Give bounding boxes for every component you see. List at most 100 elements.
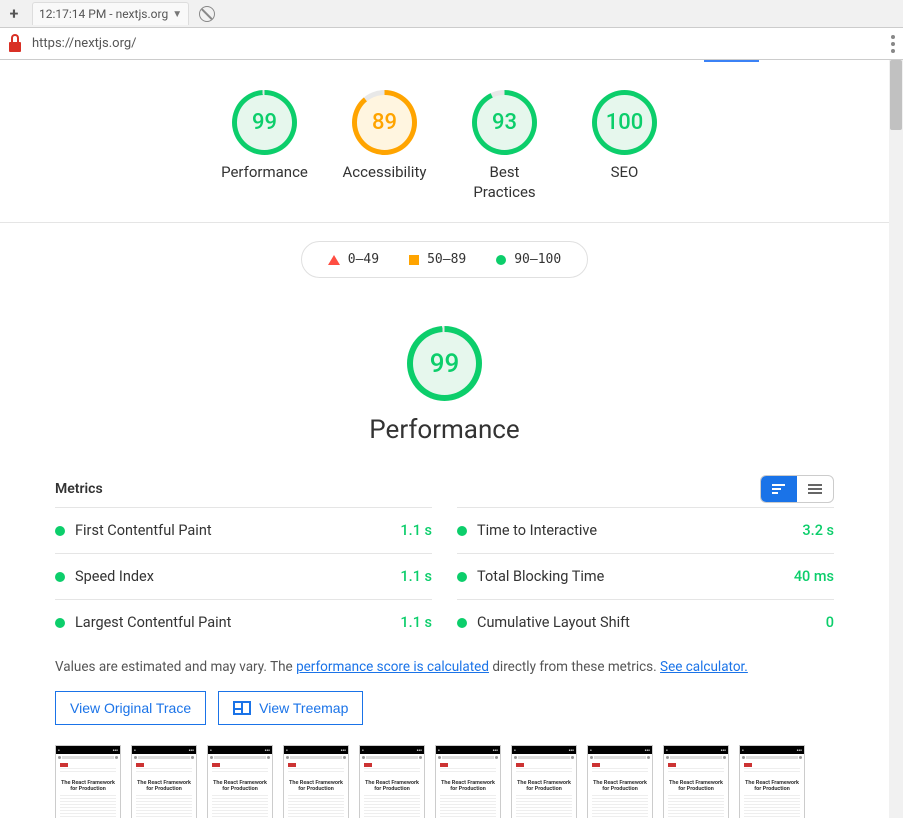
calculator-link[interactable]: See calculator.: [660, 659, 748, 675]
metric-value: 40 ms: [794, 568, 834, 585]
metric-row[interactable]: Time to Interactive 3.2 s: [457, 507, 834, 553]
metrics-heading: Metrics: [55, 481, 103, 497]
legend-item: 50–89: [409, 252, 466, 267]
status-dot-icon: [457, 526, 467, 536]
tab-label: 12:17:14 PM - nextjs.org: [39, 7, 168, 21]
performance-section: 99 Performance Metrics First Contentful …: [0, 296, 889, 818]
metric-row[interactable]: First Contentful Paint 1.1 s: [55, 507, 432, 553]
legend-label: 50–89: [427, 252, 466, 267]
metric-row[interactable]: Total Blocking Time 40 ms: [457, 553, 834, 599]
score-legend: 0–49 50–89 90–100: [301, 241, 588, 278]
scrollbar-thumb[interactable]: [890, 60, 902, 130]
tab-bar: + 12:17:14 PM - nextjs.org ▼: [0, 0, 903, 28]
scrollbar[interactable]: [889, 60, 903, 818]
filmstrip-thumbnail[interactable]: ●●●● The React Framework for Production: [739, 745, 805, 818]
performance-gauge: 99: [407, 326, 482, 401]
status-dot-icon: [457, 618, 467, 628]
viewport: 99 Performance 89 Accessibility 93 Best Pract…: [0, 60, 903, 818]
gauge-ring: 99: [232, 90, 297, 155]
view-treemap-button[interactable]: View Treemap: [218, 691, 363, 725]
gauge-score: 99: [413, 332, 476, 395]
legend-label: 0–49: [348, 252, 379, 267]
gauge-label: Performance: [221, 163, 308, 183]
filmstrip-thumbnail[interactable]: ●●●● The React Framework for Production: [131, 745, 197, 818]
metric-name: First Contentful Paint: [75, 522, 390, 539]
circ-icon: [496, 255, 506, 265]
tri-icon: [328, 255, 340, 265]
gauge-ring: 89: [352, 90, 417, 155]
filmstrip-thumbnail[interactable]: ●●●● The React Framework for Production: [359, 745, 425, 818]
sq-icon: [409, 255, 419, 265]
filmstrip-thumbnail[interactable]: ●●●● The React Framework for Production: [511, 745, 577, 818]
view-trace-button[interactable]: View Original Trace: [55, 691, 206, 725]
footnote-text2: directly from these metrics.: [489, 659, 660, 675]
gauge-performance[interactable]: 99 Performance: [220, 90, 310, 202]
status-dot-icon: [457, 572, 467, 582]
metrics-view-toggle: [760, 475, 834, 503]
lock-icon[interactable]: [8, 36, 22, 52]
bars-icon: [771, 483, 787, 495]
metric-row[interactable]: Cumulative Layout Shift 0: [457, 599, 834, 645]
gauge-score: 100: [597, 95, 652, 150]
legend-label: 90–100: [514, 252, 561, 267]
url-field[interactable]: https://nextjs.org/: [32, 36, 881, 51]
progress-indicator: [704, 60, 758, 62]
metric-value: 0: [826, 614, 834, 631]
legend-row: 0–49 50–89 90–100: [0, 223, 889, 296]
performance-title: Performance: [369, 415, 519, 445]
menu-button[interactable]: [891, 35, 895, 53]
metric-name: Largest Contentful Paint: [75, 614, 390, 631]
toggle-condensed-button[interactable]: [761, 476, 797, 502]
metrics-grid: First Contentful Paint 1.1 s Time to Inter…: [55, 507, 834, 645]
toggle-expanded-button[interactable]: [797, 476, 833, 502]
metrics-footnote: Values are estimated and may vary. The p…: [55, 659, 834, 675]
action-buttons: View Original Trace View Treemap: [55, 691, 834, 725]
gauge-label: SEO: [611, 163, 639, 183]
report-content: 99 Performance 89 Accessibility 93 Best Pract…: [0, 60, 903, 818]
gauge-label: Accessibility: [343, 163, 427, 183]
chevron-down-icon: ▼: [172, 9, 182, 20]
cancel-icon[interactable]: [199, 6, 215, 22]
metric-value: 1.1 s: [400, 614, 432, 631]
metric-value: 1.1 s: [400, 522, 432, 539]
button-label: View Treemap: [259, 700, 348, 716]
metric-name: Speed Index: [75, 568, 390, 585]
button-label: View Original Trace: [70, 700, 191, 716]
lines-icon: [807, 483, 823, 495]
metric-name: Total Blocking Time: [477, 568, 784, 585]
footnote-text: Values are estimated and may vary. The: [55, 659, 296, 675]
legend-item: 90–100: [496, 252, 561, 267]
legend-item: 0–49: [328, 252, 379, 267]
calc-link[interactable]: performance score is calculated: [296, 659, 489, 675]
status-dot-icon: [55, 572, 65, 582]
gauge-ring: 93: [472, 90, 537, 155]
new-tab-button[interactable]: +: [6, 6, 22, 22]
metric-value: 1.1 s: [400, 568, 432, 585]
metric-row[interactable]: Largest Contentful Paint 1.1 s: [55, 599, 432, 645]
filmstrip: ●●●● The React Framework for Production●…: [55, 745, 834, 818]
address-bar: https://nextjs.org/: [0, 28, 903, 60]
filmstrip-thumbnail[interactable]: ●●●● The React Framework for Production: [207, 745, 273, 818]
gauge-best-practices[interactable]: 93 Best Practices: [460, 90, 550, 202]
gauge-accessibility[interactable]: 89 Accessibility: [340, 90, 430, 202]
gauge-score: 93: [477, 95, 532, 150]
metric-value: 3.2 s: [802, 522, 834, 539]
gauge-label: Best Practices: [460, 163, 550, 202]
filmstrip-thumbnail[interactable]: ●●●● The React Framework for Production: [55, 745, 121, 818]
status-dot-icon: [55, 526, 65, 536]
treemap-icon: [233, 701, 251, 715]
metrics-header: Metrics: [55, 475, 834, 503]
score-gauges: 99 Performance 89 Accessibility 93 Best Pract…: [0, 60, 889, 223]
status-dot-icon: [55, 618, 65, 628]
gauge-seo[interactable]: 100 SEO: [580, 90, 670, 202]
filmstrip-thumbnail[interactable]: ●●●● The React Framework for Production: [283, 745, 349, 818]
gauge-score: 89: [357, 95, 412, 150]
metric-name: Cumulative Layout Shift: [477, 614, 816, 631]
filmstrip-thumbnail[interactable]: ●●●● The React Framework for Production: [435, 745, 501, 818]
filmstrip-thumbnail[interactable]: ●●●● The React Framework for Production: [663, 745, 729, 818]
gauge-ring: 100: [592, 90, 657, 155]
filmstrip-thumbnail[interactable]: ●●●● The React Framework for Production: [587, 745, 653, 818]
metric-row[interactable]: Speed Index 1.1 s: [55, 553, 432, 599]
metric-name: Time to Interactive: [477, 522, 792, 539]
tab[interactable]: 12:17:14 PM - nextjs.org ▼: [32, 2, 189, 25]
